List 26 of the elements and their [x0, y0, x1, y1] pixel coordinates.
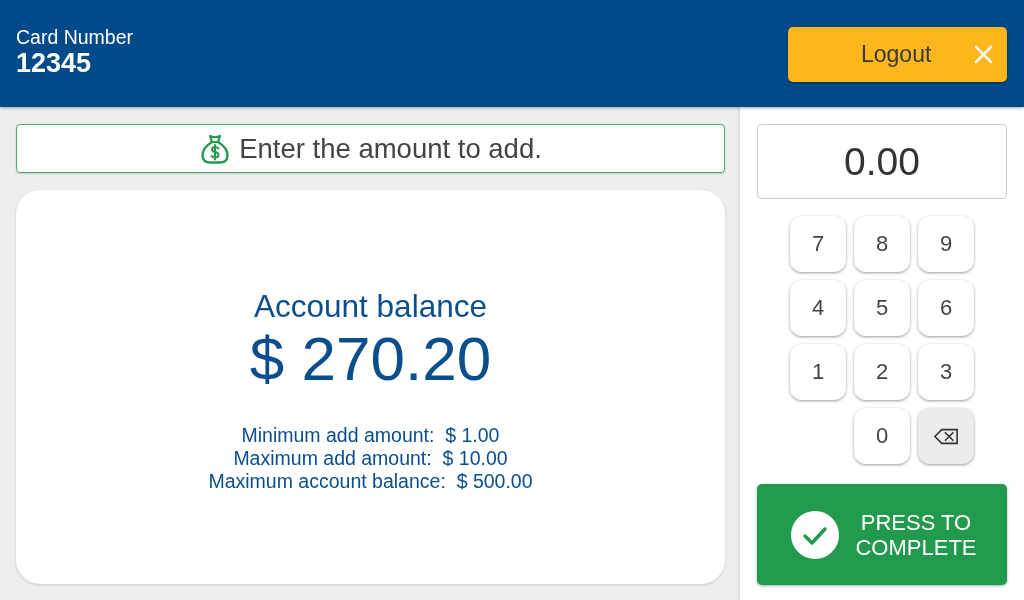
balance-title: Account balance	[254, 287, 487, 324]
amount-field[interactable]: 0.00	[757, 124, 1007, 199]
digit-key[interactable]: 9	[918, 216, 974, 272]
digit-key[interactable]: 3	[918, 344, 974, 400]
close-icon	[974, 45, 993, 64]
balance-amount: $ 270.20	[249, 323, 492, 394]
backspace-icon	[933, 427, 959, 445]
money-bag-icon	[199, 132, 232, 165]
limit-text: Maximum account balance: $ 500.00	[208, 469, 533, 493]
digit-key[interactable]: 8	[854, 216, 910, 272]
prompt-text: Enter the amount to add.	[239, 132, 542, 165]
digit-key[interactable]: 1	[790, 344, 846, 400]
complete-button[interactable]: PRESS TO COMPLETE	[757, 484, 1007, 585]
limit-text: Maximum add amount: $ 10.00	[233, 446, 508, 470]
backspace-key[interactable]	[918, 408, 974, 464]
logout-button[interactable]: Logout	[788, 27, 1007, 82]
check-circle-icon	[791, 510, 839, 559]
limit-text: Minimum add amount: $ 1.00	[241, 423, 500, 447]
digit-key[interactable]: 4	[790, 280, 846, 336]
card-number-label: Card Number	[16, 25, 134, 48]
digit-key[interactable]: 0	[854, 408, 910, 464]
digit-key[interactable]: 5	[854, 280, 910, 336]
digit-key[interactable]: 6	[918, 280, 974, 336]
digit-key[interactable]: 7	[790, 216, 846, 272]
card-number: 12345	[16, 47, 93, 79]
digit-key[interactable]: 2	[854, 344, 910, 400]
